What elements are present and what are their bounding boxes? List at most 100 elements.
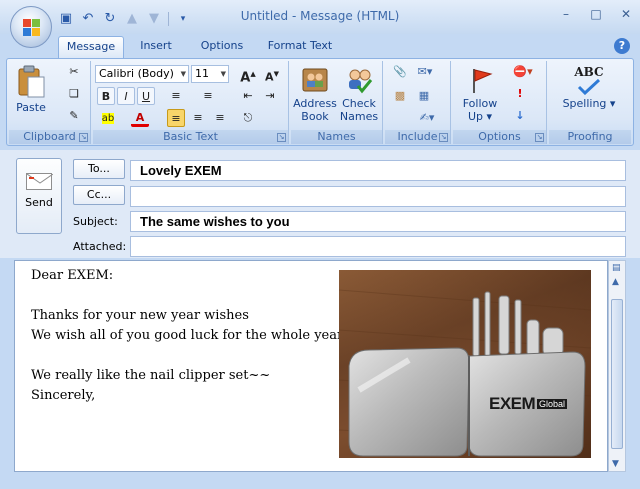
send-button[interactable]: Send	[16, 158, 62, 234]
styles-icon[interactable]: ⎋	[239, 109, 257, 127]
spelling-button[interactable]: ABC Spelling ▾	[555, 65, 623, 110]
basic-text-launcher-icon[interactable]: ↘	[277, 133, 286, 142]
nail-clipper-set-photo[interactable]: EXEM Global	[339, 270, 591, 458]
send-label: Send	[25, 196, 53, 209]
to-button[interactable]: To...	[73, 159, 125, 179]
ribbon-tabs: Message Insert Options Format Text	[0, 34, 640, 58]
to-field[interactable]: Lovely EXEM	[130, 160, 626, 181]
high-importance-icon[interactable]: !	[511, 85, 529, 103]
subject-label: Subject:	[73, 215, 118, 228]
close-icon[interactable]: ✕	[618, 6, 634, 22]
font-color-icon[interactable]: A	[131, 109, 149, 127]
clipboard-launcher-icon[interactable]: ↘	[79, 133, 88, 142]
photo-brand-text: EXEM	[489, 394, 536, 413]
decrease-indent-icon[interactable]: ⇤	[239, 87, 257, 105]
group-options: Follow Up ▾ ⛔▾ ! ↓ Options ↘	[453, 61, 547, 144]
bold-button[interactable]: B	[97, 87, 115, 105]
spelling-abc-text: ABC	[574, 65, 604, 79]
attach-file-icon[interactable]: 📎	[391, 63, 409, 81]
group-basic-text: Calibri (Body) ▼ 11 ▼ A▲ A▼ B I U ≡ ≡ ⇤ ⇥ …	[93, 61, 289, 144]
paste-button[interactable]: Paste	[13, 65, 49, 114]
low-importance-icon[interactable]: ↓	[511, 107, 529, 125]
address-book-label-2: Book	[301, 110, 329, 123]
options-group-label: Options	[453, 130, 546, 144]
calendar-icon[interactable]: ▦	[415, 87, 433, 105]
tab-message[interactable]: Message	[58, 36, 124, 58]
status-bar	[0, 474, 640, 489]
tab-format-text[interactable]: Format Text	[262, 36, 338, 58]
include-launcher-icon[interactable]: ↘	[439, 133, 448, 142]
cut-icon[interactable]: ✂	[65, 63, 83, 81]
ruler-toggle-icon[interactable]: ▤	[612, 263, 621, 273]
attach-item-icon[interactable]: ✉▾	[413, 63, 437, 81]
check-names-button[interactable]: Check Names	[337, 65, 381, 123]
follow-up-label-1: Follow	[462, 97, 498, 110]
body-line: Thanks for your new year wishes	[31, 308, 249, 323]
body-line: We really like the nail clipper set~~	[31, 368, 271, 383]
group-clipboard: Paste ✂ ❏ ✎ Clipboard ↘	[9, 61, 91, 144]
grow-font-button[interactable]: A▲	[239, 65, 257, 85]
check-names-label-1: Check	[342, 97, 376, 110]
subject-field[interactable]: The same wishes to you	[130, 211, 626, 232]
highlight-icon[interactable]: ab	[97, 109, 119, 127]
help-icon[interactable]: ?	[614, 38, 630, 54]
signature-icon[interactable]: ✍▾	[415, 109, 439, 127]
scroll-down-icon[interactable]: ▼	[612, 459, 619, 469]
follow-up-flag-icon	[465, 65, 495, 95]
body-line: We wish all of you good luck for the who…	[31, 328, 346, 343]
group-names: Address Book Check Names Names	[291, 61, 383, 144]
proofing-group-label: Proofing	[549, 130, 631, 144]
scrollbar-thumb[interactable]	[611, 299, 623, 449]
shrink-font-button[interactable]: A▼	[263, 65, 281, 84]
check-names-icon	[344, 65, 374, 95]
scroll-up-icon[interactable]: ▲	[612, 277, 619, 287]
cc-field[interactable]	[130, 186, 626, 207]
basic-text-group-label: Basic Text	[93, 130, 288, 144]
underline-button[interactable]: U	[137, 87, 155, 105]
body-line	[31, 286, 346, 306]
message-header: Send To... Lovely EXEM Cc... Subject: Th…	[0, 150, 640, 258]
tab-options[interactable]: Options	[192, 36, 252, 58]
attached-field[interactable]	[130, 236, 626, 257]
body-scrollbar[interactable]: ▤ ▲ ▼	[608, 260, 626, 472]
names-group-label: Names	[291, 130, 382, 144]
copy-icon[interactable]: ❏	[65, 85, 83, 103]
group-include: 📎 ✉▾ ▩ ▦ ✍▾ Include ↘	[385, 61, 451, 144]
chevron-down-icon: ▼	[220, 70, 226, 78]
body-line	[31, 346, 346, 366]
align-right-icon[interactable]: ≡	[211, 109, 229, 127]
cc-button[interactable]: Cc...	[73, 185, 125, 205]
bullets-icon[interactable]: ≡	[167, 87, 185, 105]
minimize-icon[interactable]: –	[558, 6, 574, 22]
tab-insert[interactable]: Insert	[130, 36, 182, 58]
maximize-icon[interactable]: □	[588, 6, 604, 22]
outlook-message-window: ▣ ↶ ↻ ▲ ▼ ▾ Untitled - Message (HTML) – …	[0, 0, 640, 489]
title-bar: ▣ ↶ ↻ ▲ ▼ ▾ Untitled - Message (HTML) – …	[0, 0, 640, 34]
font-name-combo[interactable]: Calibri (Body) ▼	[95, 65, 189, 83]
message-body[interactable]: Dear EXEM: Thanks for your new year wish…	[14, 260, 608, 472]
check-names-label-2: Names	[339, 110, 379, 123]
envelope-icon	[26, 173, 53, 190]
paste-icon	[16, 65, 46, 98]
align-left-icon[interactable]: ≡	[167, 109, 185, 127]
address-book-button[interactable]: Address Book	[293, 65, 337, 123]
italic-button[interactable]: I	[117, 87, 135, 105]
paste-label: Paste	[16, 101, 46, 114]
align-center-icon[interactable]: ≡	[189, 109, 207, 127]
increase-indent-icon[interactable]: ⇥	[261, 87, 279, 105]
clipboard-group-label: Clipboard	[9, 130, 90, 144]
format-painter-icon[interactable]: ✎	[65, 107, 83, 125]
options-launcher-icon[interactable]: ↘	[535, 133, 544, 142]
chevron-down-icon: ▼	[180, 70, 186, 78]
body-text[interactable]: Dear EXEM: Thanks for your new year wish…	[31, 266, 346, 406]
body-line: Dear EXEM:	[31, 268, 114, 283]
numbering-icon[interactable]: ≡	[199, 87, 217, 105]
permission-icon[interactable]: ⛔▾	[511, 63, 535, 81]
business-card-icon[interactable]: ▩	[391, 87, 409, 105]
attached-label: Attached:	[73, 240, 127, 253]
office-button[interactable]	[10, 6, 52, 48]
window-controls: – □ ✕	[558, 6, 634, 22]
font-size-combo[interactable]: 11 ▼	[191, 65, 229, 83]
follow-up-button[interactable]: Follow Up ▾	[455, 65, 505, 123]
address-book-icon	[300, 65, 330, 95]
